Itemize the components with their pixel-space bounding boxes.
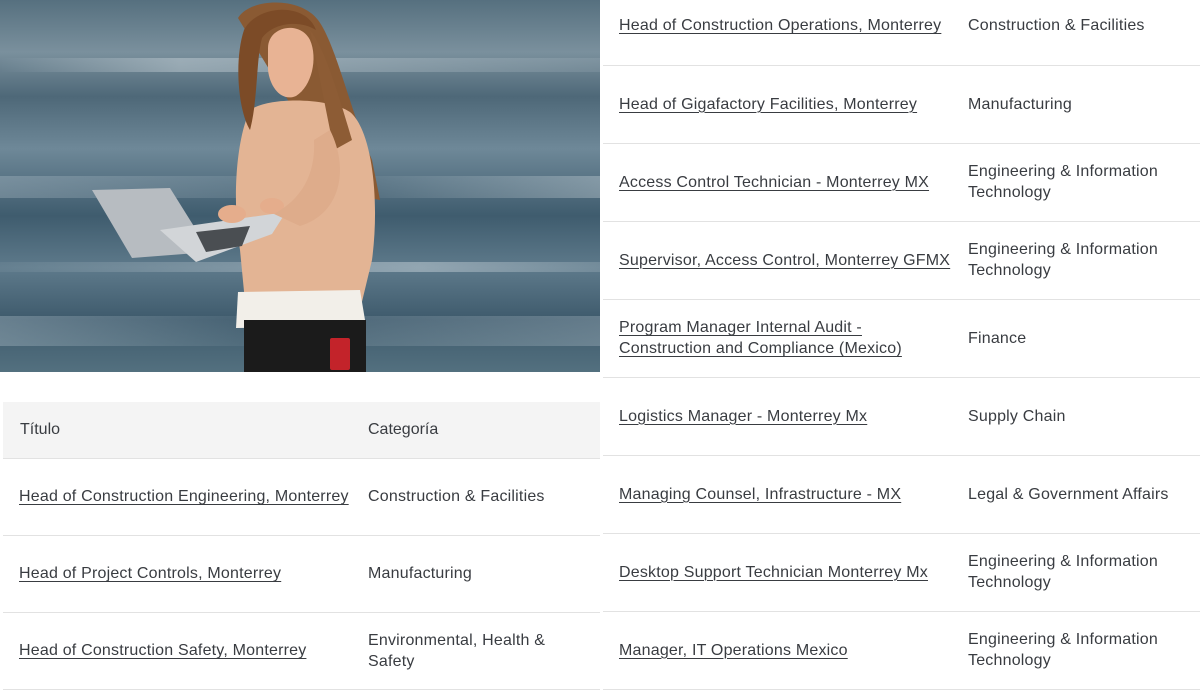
job-category: Engineering & Information Technology — [968, 163, 1158, 201]
job-category: Manufacturing — [368, 565, 472, 582]
job-category: Engineering & Information Technology — [968, 631, 1158, 669]
table-row: Managing Counsel, Infrastructure - MX Le… — [603, 455, 1200, 533]
job-title-link[interactable]: Head of Project Controls, Monterrey — [19, 565, 281, 582]
jobs-table-right: Head of Construction Operations, Monterr… — [603, 0, 1200, 690]
job-title-link[interactable]: Program Manager Internal Audit - Constru… — [619, 319, 902, 357]
job-title-link[interactable]: Logistics Manager - Monterrey Mx — [619, 408, 867, 425]
table-row: Access Control Technician - Monterrey MX… — [603, 143, 1200, 221]
table-row: Head of Project Controls, Monterrey Manu… — [3, 535, 600, 612]
jobs-table-left: Título Categoría Head of Construction En… — [3, 402, 600, 690]
job-category: Supply Chain — [968, 407, 1066, 425]
table-row: Manager, IT Operations Mexico Engineerin… — [603, 611, 1200, 689]
job-title-link[interactable]: Managing Counsel, Infrastructure - MX — [619, 486, 901, 503]
table-row: Head of Construction Safety, Monterrey E… — [3, 612, 600, 689]
table-row: Program Manager Internal Audit - Constru… — [603, 299, 1200, 377]
table-row: Head of Gigafactory Facilities, Monterre… — [603, 65, 1200, 143]
table-row: Head of Construction Operations, Monterr… — [603, 0, 1200, 65]
job-title-link[interactable]: Manager, IT Operations Mexico — [619, 642, 848, 659]
job-title-link[interactable]: Head of Construction Engineering, Monter… — [19, 488, 349, 505]
job-title-link[interactable]: Access Control Technician - Monterrey MX — [619, 174, 929, 191]
column-header-title: Título — [20, 420, 61, 438]
job-title-link[interactable]: Head of Construction Safety, Monterrey — [19, 642, 306, 659]
job-category: Engineering & Information Technology — [968, 241, 1158, 279]
job-category: Construction & Facilities — [968, 17, 1145, 35]
table-row: Desktop Support Technician Monterrey Mx … — [603, 533, 1200, 611]
table-row: Logistics Manager - Monterrey Mx Supply … — [603, 377, 1200, 455]
job-category: Legal & Government Affairs — [968, 485, 1169, 503]
person-with-laptop-illustration — [92, 2, 380, 372]
job-title-link[interactable]: Head of Construction Operations, Monterr… — [619, 17, 941, 34]
job-category: Engineering & Information Technology — [968, 553, 1158, 591]
job-category: Manufacturing — [968, 95, 1072, 113]
job-title-link[interactable]: Head of Gigafactory Facilities, Monterre… — [619, 96, 917, 113]
job-title-link[interactable]: Desktop Support Technician Monterrey Mx — [619, 564, 928, 581]
job-title-link[interactable]: Supervisor, Access Control, Monterrey GF… — [619, 252, 950, 269]
table-row: Supervisor, Access Control, Monterrey GF… — [603, 221, 1200, 299]
column-header-category: Categoría — [368, 420, 439, 438]
table-row: Head of Construction Engineering, Monter… — [3, 458, 600, 535]
hero-photo — [0, 0, 600, 372]
job-category: Environmental, Health & Safety — [368, 631, 546, 670]
job-category: Finance — [968, 329, 1027, 347]
job-category: Construction & Facilities — [368, 488, 545, 505]
table-header-row: Título Categoría — [3, 402, 600, 458]
